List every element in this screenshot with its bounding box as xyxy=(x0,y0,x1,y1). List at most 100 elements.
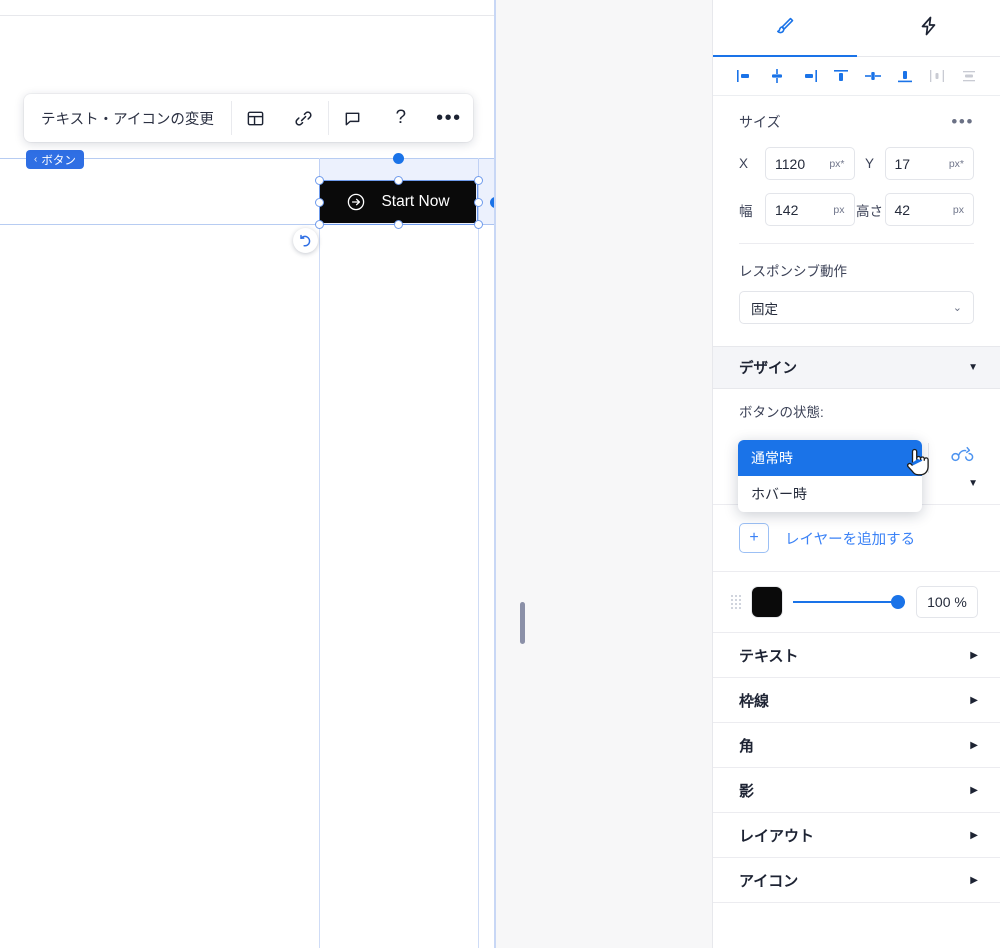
x-value: 1120 xyxy=(775,155,806,172)
opacity-knob[interactable] xyxy=(891,595,905,609)
badge-label: ボタン xyxy=(41,154,76,167)
resize-handle-tc[interactable] xyxy=(394,176,403,185)
width-input[interactable]: 142 px xyxy=(765,193,855,226)
section-text-label: テキスト xyxy=(739,647,799,665)
panel-tabs xyxy=(713,0,1000,57)
responsive-label: レスポンシブ動作 xyxy=(739,264,847,279)
drag-handle-icon[interactable] xyxy=(731,595,741,609)
align-right-icon[interactable] xyxy=(794,63,823,89)
dropdown-option-hover[interactable]: ホバー時 xyxy=(738,476,922,512)
start-now-button[interactable]: Start Now xyxy=(320,181,476,223)
size-more-icon[interactable]: ••• xyxy=(951,113,974,130)
rotate-ccw-icon[interactable] xyxy=(293,228,318,253)
width-unit: px xyxy=(833,203,845,216)
element-context-toolbar[interactable]: テキスト・アイコンの変更 ? ••• xyxy=(24,94,473,142)
resize-handle-bc[interactable] xyxy=(394,220,403,229)
resize-handle-ml[interactable] xyxy=(315,198,324,207)
section-corner[interactable]: 角 ▶ xyxy=(713,722,1000,767)
distribute-horizontal-icon[interactable] xyxy=(922,63,951,89)
tab-design[interactable] xyxy=(713,0,857,57)
help-glyph: ? xyxy=(395,107,407,128)
canvas-top-divider xyxy=(0,15,496,16)
plus-icon: + xyxy=(739,523,769,553)
opacity-track xyxy=(793,601,905,603)
section-text[interactable]: テキスト ▶ xyxy=(713,632,1000,677)
canvas-resize-handle[interactable] xyxy=(520,602,525,644)
resize-handle-tr[interactable] xyxy=(474,176,483,185)
start-now-label: Start Now xyxy=(381,193,450,210)
section-shadow-caret-icon: ▶ xyxy=(970,784,978,796)
reset-state-icon[interactable] xyxy=(948,444,974,471)
canvas-gutter xyxy=(496,0,1000,948)
height-value: 42 xyxy=(894,201,911,218)
section-shadow[interactable]: 影 ▶ xyxy=(713,767,1000,812)
app-root: ‹ ボタン テキスト・アイコンの変更 ? ••• Start Now サイズ •… xyxy=(0,0,1000,948)
more-icon[interactable]: ••• xyxy=(425,94,473,142)
alignment-toolbar xyxy=(713,57,1000,96)
section-corner-caret-icon: ▶ xyxy=(970,739,978,751)
align-left-icon[interactable] xyxy=(730,63,759,89)
add-layer-button[interactable]: + レイヤーを追加する xyxy=(713,505,1000,571)
opacity-input[interactable]: 100 % xyxy=(916,586,978,618)
state-divider xyxy=(928,443,929,473)
align-bottom-icon[interactable] xyxy=(890,63,919,89)
height-input[interactable]: 42 px xyxy=(884,193,974,226)
link-icon[interactable] xyxy=(280,94,328,142)
alignment-guide-left xyxy=(319,158,320,948)
width-value: 142 xyxy=(775,201,799,218)
layout-icon[interactable] xyxy=(232,94,280,142)
opacity-slider[interactable] xyxy=(793,595,905,609)
section-corner-label: 角 xyxy=(739,737,755,755)
design-caret-icon: ▼ xyxy=(968,362,978,373)
button-state-dropdown[interactable]: 通常時 ホバー時 xyxy=(738,440,922,512)
size-divider xyxy=(739,243,974,244)
responsive-select[interactable]: 固定 ⌄ xyxy=(739,291,974,324)
align-top-icon[interactable] xyxy=(826,63,855,89)
height-label: 高さ xyxy=(856,203,883,219)
resize-handle-bl[interactable] xyxy=(315,220,324,229)
section-icon[interactable]: アイコン ▶ xyxy=(713,857,1000,902)
y-input[interactable]: 17 px* xyxy=(884,147,974,180)
arrow-right-circle-icon xyxy=(346,192,366,212)
section-border[interactable]: 枠線 ▶ xyxy=(713,677,1000,722)
align-middle-vertical-icon[interactable] xyxy=(858,63,887,89)
dropdown-option-normal[interactable]: 通常時 xyxy=(738,440,922,476)
comment-icon[interactable] xyxy=(329,94,377,142)
size-fields: X 1120 px* Y 17 px* 幅 142 px 高さ 42 px xyxy=(739,147,974,226)
section-layout-label: レイアウト xyxy=(739,827,815,845)
fill-layer-row: 100 % xyxy=(713,571,1000,632)
size-header: サイズ ••• xyxy=(739,112,974,132)
tab-interactions[interactable] xyxy=(857,0,1000,56)
section-border-caret-icon: ▶ xyxy=(970,694,978,706)
x-input[interactable]: 1120 px* xyxy=(765,147,855,180)
design-title: デザイン xyxy=(739,361,797,377)
section-icon-label: アイコン xyxy=(739,872,799,890)
background-fill-caret-icon: ▼ xyxy=(968,477,978,489)
change-text-icon-label[interactable]: テキスト・アイコンの変更 xyxy=(24,94,231,142)
section-shadow-label: 影 xyxy=(739,782,755,800)
section-layout-caret-icon: ▶ xyxy=(970,829,978,841)
distribute-vertical-icon[interactable] xyxy=(954,63,983,89)
element-type-badge[interactable]: ‹ ボタン xyxy=(26,150,84,169)
section-icon-caret-icon: ▶ xyxy=(970,874,978,886)
help-icon[interactable]: ? xyxy=(377,94,425,142)
badge-back-chevron-icon: ‹ xyxy=(34,154,38,165)
x-unit: px* xyxy=(829,157,845,170)
height-unit: px xyxy=(952,203,964,216)
align-center-horizontal-icon[interactable] xyxy=(762,63,791,89)
design-canvas[interactable]: ‹ ボタン テキスト・アイコンの変更 ? ••• Start Now xyxy=(0,0,496,948)
y-unit: px* xyxy=(948,157,964,170)
resize-handle-br[interactable] xyxy=(474,220,483,229)
fill-color-swatch[interactable] xyxy=(752,587,782,617)
guide-dot-top[interactable] xyxy=(393,153,404,164)
panel-bottom-divider xyxy=(713,902,1000,903)
size-title: サイズ xyxy=(739,114,781,130)
width-label: 幅 xyxy=(739,203,753,219)
resize-handle-mr[interactable] xyxy=(474,198,483,207)
section-layout[interactable]: レイアウト ▶ xyxy=(713,812,1000,857)
chevron-down-icon: ⌄ xyxy=(952,302,962,314)
design-section-header[interactable]: デザイン ▼ xyxy=(713,346,1000,389)
resize-handle-tl[interactable] xyxy=(315,176,324,185)
add-layer-label: レイヤーを追加する xyxy=(785,531,916,548)
section-text-caret-icon: ▶ xyxy=(970,649,978,661)
